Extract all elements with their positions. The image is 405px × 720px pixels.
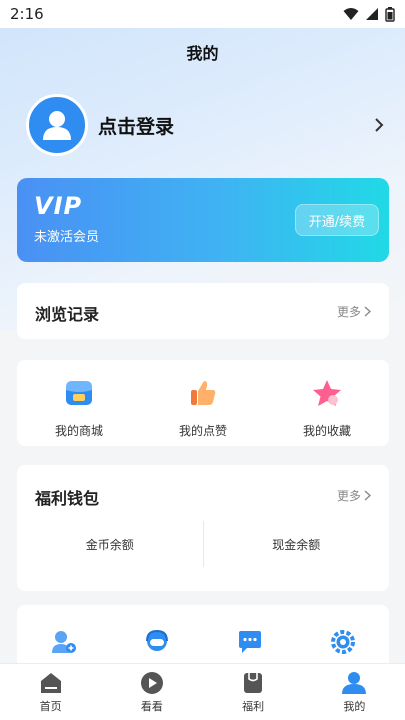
shortcut-my-favorites[interactable]: 我的收藏: [277, 378, 377, 439]
wallet-more-label: 更多: [336, 489, 361, 503]
status-time: 2:16: [10, 5, 44, 23]
status-bar: 2:16: [0, 0, 405, 28]
shop-icon: [66, 381, 92, 405]
tool-customer-service[interactable]: [127, 629, 187, 655]
vip-logo: VIP: [34, 192, 83, 220]
shortcut-my-shop[interactable]: 我的商城: [29, 378, 129, 439]
add-user-icon: [51, 631, 76, 653]
cash-balance[interactable]: 现金余额: [204, 521, 390, 567]
settings-icon: [330, 630, 355, 654]
tab-label: 我的: [343, 699, 366, 713]
shortcuts-card: 我的商城 我的点赞 我的收藏: [17, 360, 389, 446]
tab-watch[interactable]: 看看: [101, 664, 202, 720]
signal-icon: [366, 8, 378, 20]
tab-home[interactable]: 首页: [0, 664, 101, 720]
status-icons: [343, 6, 395, 22]
bottom-tab-bar: 首页 看看 福利 我的: [0, 663, 405, 720]
user-icon: [43, 111, 71, 140]
coin-balance-label: 金币余额: [85, 537, 134, 552]
tool-messages[interactable]: [220, 629, 280, 655]
shortcut-label: 我的商城: [54, 424, 103, 438]
chevron-right-icon: [372, 118, 386, 132]
tab-label: 福利: [242, 699, 265, 713]
wallet-balances: 金币余额 现金余额: [17, 521, 389, 567]
history-card[interactable]: 浏览记录 更多: [17, 283, 389, 339]
profile-icon: [342, 671, 367, 694]
shortcut-label: 我的点赞: [178, 424, 227, 438]
thumbs-up-icon: [191, 381, 216, 405]
history-more-label: 更多: [336, 305, 361, 319]
vip-status: 未激活会员: [34, 230, 100, 245]
shortcut-my-likes[interactable]: 我的点赞: [153, 378, 253, 439]
coin-balance[interactable]: 金币余额: [17, 521, 203, 567]
play-icon: [140, 671, 163, 694]
vip-renew-button[interactable]: 开通/续费: [295, 204, 379, 236]
cash-balance-label: 现金余额: [272, 537, 321, 552]
customer-service-icon: [145, 629, 168, 651]
tab-label: 首页: [39, 699, 62, 713]
wallet-card: 福利钱包 更多 金币余额 现金余额: [17, 465, 389, 591]
tab-benefits[interactable]: 福利: [203, 664, 304, 720]
battery-icon: [385, 6, 395, 22]
history-more-link[interactable]: 更多: [337, 303, 371, 320]
tab-label: 看看: [140, 699, 163, 713]
wifi-icon: [343, 8, 359, 20]
avatar[interactable]: [26, 94, 88, 156]
wallet-more-link[interactable]: 更多: [337, 487, 371, 504]
shortcut-label: 我的收藏: [302, 424, 351, 438]
home-icon: [40, 672, 61, 693]
star-icon: [313, 380, 341, 406]
login-row[interactable]: 点击登录: [26, 94, 386, 156]
history-title: 浏览记录: [35, 305, 100, 324]
tab-mine[interactable]: 我的: [304, 664, 405, 720]
vip-card[interactable]: VIP 未激活会员 开通/续费: [17, 178, 389, 262]
chevron-right-icon: [364, 306, 371, 317]
login-label: 点击登录: [98, 115, 175, 138]
tool-settings[interactable]: [313, 629, 373, 655]
gift-icon: [244, 672, 263, 693]
message-icon: [238, 631, 261, 653]
chevron-right-icon: [364, 490, 371, 501]
page-title: 我的: [186, 44, 219, 63]
tool-add-user[interactable]: [34, 629, 94, 655]
wallet-title: 福利钱包: [35, 489, 100, 508]
